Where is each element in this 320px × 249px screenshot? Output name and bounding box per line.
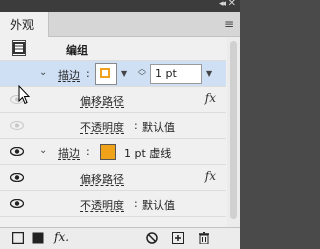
stroke-width-field[interactable]: 1 pt [150, 64, 202, 84]
scrollbar-thumb[interactable] [230, 41, 237, 219]
opacity-link[interactable]: 不透明度 [80, 119, 124, 135]
close-panel-icon[interactable]: ✕ [228, 0, 236, 9]
mouse-cursor-icon [18, 85, 30, 105]
eye-icon[interactable] [10, 199, 24, 208]
fx-icon[interactable]: fx [205, 169, 216, 183]
bottom-toolbar: fx. [0, 227, 240, 249]
opacity-row[interactable]: 不透明度 : 默认值 [0, 113, 226, 139]
stroke-value: 1 pt 虚线 [124, 147, 172, 160]
eye-icon[interactable] [10, 173, 24, 182]
stroke-row-selected[interactable]: ⌄ 描边 : ▼ ︿ ﹀ 1 pt ▼ [0, 61, 226, 87]
clear-appearance-icon[interactable] [146, 232, 158, 244]
group-thumbnail-icon [12, 40, 26, 56]
opacity-row[interactable]: 不透明度 : 默认值 [0, 191, 226, 217]
opacity-value: 默认值 [142, 121, 175, 134]
opacity-value: 默认值 [142, 199, 175, 212]
panel-topbar: ◂◂ ✕ [0, 0, 240, 12]
offset-path-row[interactable]: 偏移路径 fx [0, 165, 226, 191]
offset-path-link[interactable]: 偏移路径 [80, 93, 124, 109]
stroke-width-value: 1 pt [155, 67, 177, 80]
stroke-colon: : [86, 145, 90, 158]
scrollbar[interactable] [227, 37, 240, 227]
add-effect-icon[interactable]: fx. [54, 230, 78, 244]
collapse-panel-icon[interactable]: ◂◂ [219, 0, 226, 9]
color-dropdown-icon[interactable]: ▼ [121, 69, 127, 78]
new-fill-icon[interactable] [32, 232, 44, 244]
width-dropdown-icon[interactable]: ▼ [206, 69, 212, 78]
stroke-color-swatch[interactable] [100, 144, 116, 160]
tab-strip: 外观 ≡ [0, 12, 240, 37]
group-row[interactable]: 编组 [0, 37, 226, 61]
tab-appearance[interactable]: 外观 [0, 12, 49, 37]
eye-icon-hidden[interactable] [10, 121, 24, 130]
appearance-list: 编组 ⌄ 描边 : ▼ ︿ ﹀ 1 pt ▼ 偏移路径 fx 不透明度: 默认… [0, 37, 226, 227]
stroke-color-swatch[interactable] [95, 63, 117, 85]
stroke-label[interactable]: 描边 [58, 67, 80, 83]
new-stroke-icon[interactable] [12, 232, 24, 244]
delete-item-icon[interactable] [198, 232, 210, 244]
eye-icon[interactable] [10, 147, 24, 156]
stroke-label[interactable]: 描边 [58, 145, 80, 161]
appearance-panel: 外观 ≡ 编组 ⌄ 描边 : ▼ ︿ ﹀ 1 pt ▼ 偏移路径 fx 不透明度… [0, 12, 240, 249]
tab-appearance-label: 外观 [10, 18, 35, 32]
offset-path-row[interactable]: 偏移路径 fx [0, 87, 226, 113]
stroke-row[interactable]: ⌄ 描边 : 1 pt 虚线 [0, 139, 226, 165]
group-label: 编组 [66, 44, 88, 57]
stroke-color-preview [100, 68, 110, 78]
chevron-down-icon[interactable]: ⌄ [39, 67, 47, 78]
opacity-colon: : [134, 119, 138, 132]
chevron-down-icon[interactable]: ⌄ [39, 145, 47, 156]
stroke-colon: : [86, 67, 90, 80]
duplicate-item-icon[interactable] [172, 232, 184, 244]
opacity-colon: : [134, 197, 138, 210]
fx-icon[interactable]: fx [205, 91, 216, 105]
stroke-width-stepper[interactable]: ︿ ﹀ [138, 65, 146, 81]
panel-menu-icon[interactable]: ≡ [224, 17, 234, 31]
opacity-link[interactable]: 不透明度 [80, 197, 124, 213]
offset-path-link[interactable]: 偏移路径 [80, 171, 124, 187]
